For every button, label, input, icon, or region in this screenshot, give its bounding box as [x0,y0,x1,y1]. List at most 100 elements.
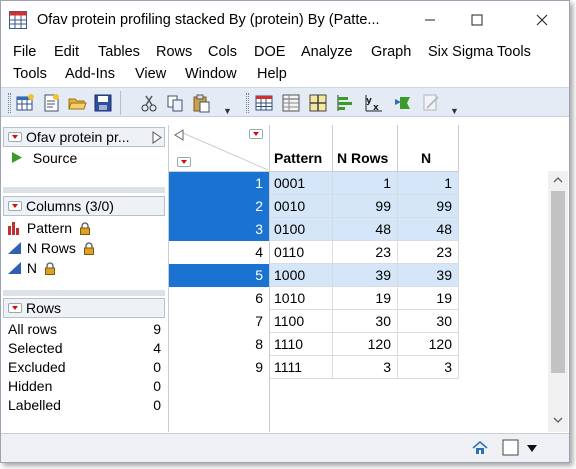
distribution-icon[interactable] [308,93,328,113]
cell-n[interactable]: 99 [398,195,459,218]
menu-tables[interactable]: Tables [98,44,140,60]
cell-pattern[interactable]: 1111 [270,356,333,379]
menu-view[interactable]: View [135,66,166,82]
row-number[interactable]: 8 [169,333,270,356]
menu-graph[interactable]: Graph [371,44,411,60]
row-number[interactable]: 2 [169,195,270,218]
columns-viewer-icon[interactable] [281,93,301,113]
row-number[interactable]: 5 [169,264,270,287]
source-script[interactable]: Source [11,150,77,166]
collapse-triangle-icon[interactable] [8,303,22,313]
window-list-icon[interactable] [502,439,520,457]
table-corner-menu-icon[interactable] [249,129,263,139]
cell-n-rows[interactable]: 39 [333,264,398,287]
open-folder-icon[interactable] [67,93,87,113]
columns-panel-header[interactable]: Columns (3/0) [3,196,165,216]
scripting-icon[interactable] [421,93,441,113]
cell-n-rows[interactable]: 120 [333,333,398,356]
panel-splitter[interactable] [3,290,165,296]
cell-n[interactable]: 1 [398,172,459,195]
menu-analyze[interactable]: Analyze [301,44,353,60]
menu-window[interactable]: Window [185,66,237,82]
row-number[interactable]: 6 [169,287,270,310]
cell-n[interactable]: 23 [398,241,459,264]
cell-pattern[interactable]: 1110 [270,333,333,356]
cell-n-rows[interactable]: 48 [333,218,398,241]
fit-y-by-x-icon[interactable] [335,93,355,113]
column-item-pattern[interactable]: Pattern [7,220,91,236]
labelled-rows-label[interactable]: Labelled [8,397,61,413]
column-header-n-rows[interactable]: N Rows [333,125,398,172]
cell-pattern[interactable]: 0001 [270,172,333,195]
menu-add-ins[interactable]: Add-Ins [65,66,115,82]
cell-n[interactable]: 39 [398,264,459,287]
grid-corner[interactable] [169,125,270,172]
toolbar-overflow-icon[interactable]: ▼ [223,106,232,116]
save-icon[interactable] [93,93,113,113]
cell-pattern[interactable]: 1010 [270,287,333,310]
cell-pattern[interactable]: 0010 [270,195,333,218]
cell-n-rows[interactable]: 30 [333,310,398,333]
panel-splitter[interactable] [3,187,165,193]
collapse-triangle-icon[interactable] [8,201,22,211]
chevron-down-icon[interactable] [526,444,538,453]
maximize-button[interactable] [454,1,500,39]
cell-pattern[interactable]: 1000 [270,264,333,287]
cell-n[interactable]: 120 [398,333,459,356]
menu-doe[interactable]: DOE [254,44,285,60]
menu-help[interactable]: Help [257,66,287,82]
column-item-n-rows[interactable]: N Rows [7,240,95,256]
column-item-n[interactable]: N [7,260,56,276]
selected-rows-label[interactable]: Selected [8,340,62,356]
toolbar-overflow-icon[interactable]: ▼ [450,106,459,116]
cell-n-rows[interactable]: 19 [333,287,398,310]
all-rows-label[interactable]: All rows [8,321,57,337]
cell-pattern[interactable]: 1100 [270,310,333,333]
fit-model-icon[interactable]: yx [364,93,384,113]
home-icon[interactable] [472,440,488,456]
hidden-rows-label[interactable]: Hidden [8,378,52,394]
minimize-button[interactable] [407,1,453,39]
cell-pattern[interactable]: 0110 [270,241,333,264]
cell-n-rows[interactable]: 23 [333,241,398,264]
row-number[interactable]: 1 [169,172,270,195]
menu-rows[interactable]: Rows [156,44,192,60]
close-button[interactable] [519,1,565,39]
rows-panel-header[interactable]: Rows [3,298,165,318]
copy-icon[interactable] [165,93,185,113]
vertical-scrollbar[interactable] [548,171,568,432]
rows-corner-menu-icon[interactable] [177,157,191,167]
toolbar-grip[interactable] [246,93,249,113]
column-header-pattern[interactable]: Pattern [270,125,333,172]
menu-file[interactable]: File [13,44,36,60]
cell-n-rows[interactable]: 3 [333,356,398,379]
row-number[interactable]: 3 [169,218,270,241]
cell-n-rows[interactable]: 1 [333,172,398,195]
data-table-icon[interactable] [254,93,274,113]
cell-n[interactable]: 30 [398,310,459,333]
expand-right-icon[interactable] [152,131,162,144]
scrollbar-thumb[interactable] [551,191,565,373]
collapse-left-icon[interactable] [174,129,184,141]
cell-n[interactable]: 48 [398,218,459,241]
column-header-n[interactable]: N [398,125,459,172]
cell-n[interactable]: 19 [398,287,459,310]
table-panel-header[interactable]: Ofav protein pr... [3,127,165,147]
cell-pattern[interactable]: 0100 [270,218,333,241]
menu-tools[interactable]: Tools [13,66,47,82]
menu-edit[interactable]: Edit [54,44,79,60]
row-number[interactable]: 9 [169,356,270,379]
scroll-up-icon[interactable] [553,177,563,183]
cell-n-rows[interactable]: 99 [333,195,398,218]
paste-icon[interactable] [191,93,211,113]
menu-six-sigma-tools[interactable]: Six Sigma Tools [428,44,531,60]
row-number[interactable]: 4 [169,241,270,264]
scroll-down-icon[interactable] [553,417,563,423]
toolbar-grip[interactable] [8,93,11,113]
graph-builder-icon[interactable] [393,93,413,113]
collapse-triangle-icon[interactable] [8,132,22,142]
menu-cols[interactable]: Cols [208,44,237,60]
cut-icon[interactable] [139,93,159,113]
cell-n[interactable]: 3 [398,356,459,379]
excluded-rows-label[interactable]: Excluded [8,359,66,375]
